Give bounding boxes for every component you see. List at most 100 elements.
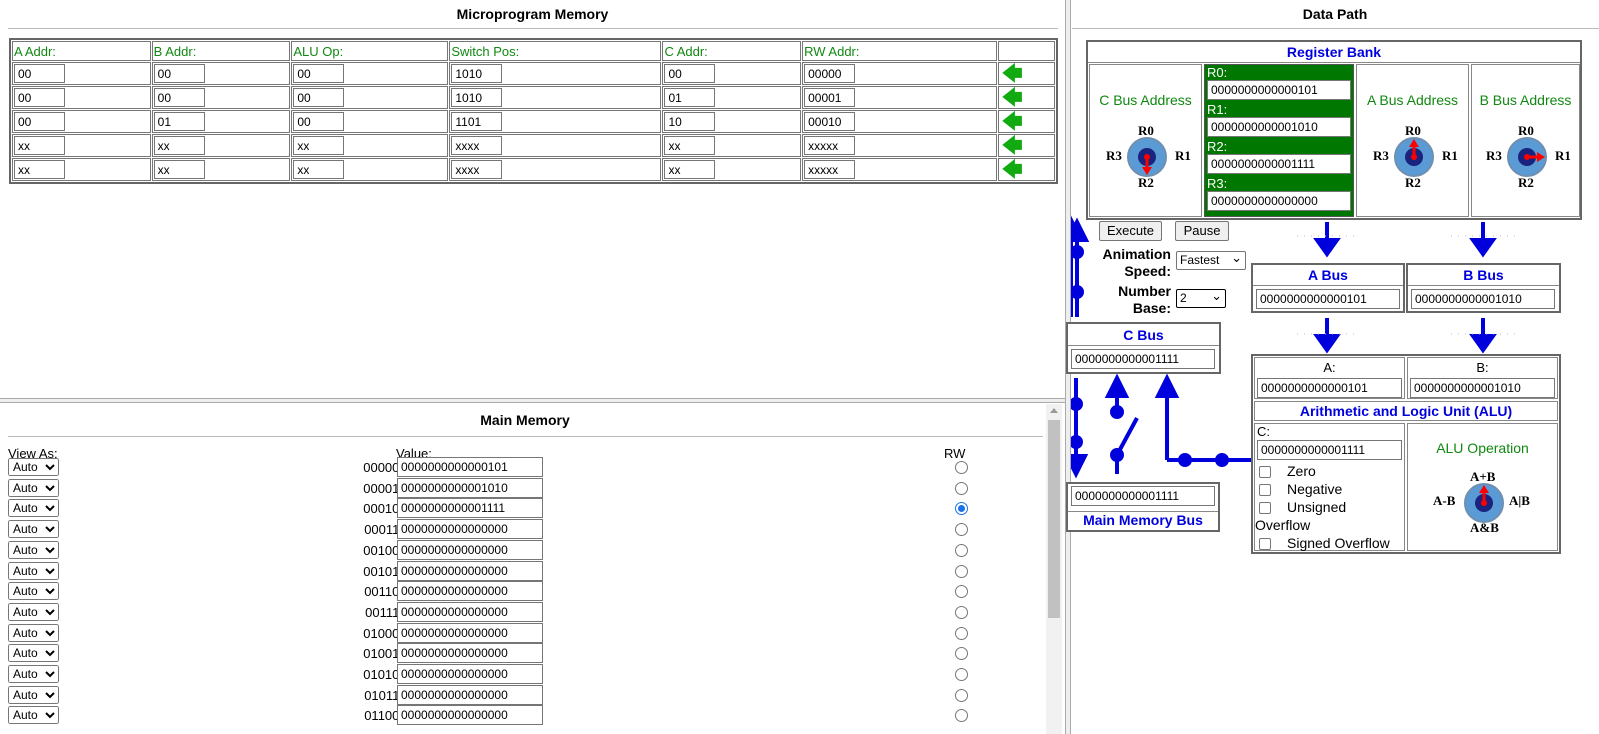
c-addr-input[interactable] [664,112,716,131]
scroll-up-icon[interactable] [1050,408,1058,413]
left-arrow-icon[interactable]: 🡄 [1000,135,1023,157]
rw-radio[interactable] [955,709,968,723]
switch-pos-input[interactable] [451,160,503,179]
memory-value-input[interactable] [397,643,543,664]
alu-op-input[interactable] [293,112,345,131]
view-as-select[interactable]: Auto [8,499,59,518]
a-bus-value[interactable] [1256,289,1400,309]
rw-radio[interactable] [955,605,968,619]
alu-c-value[interactable] [1257,440,1402,460]
a-addr-input[interactable] [14,64,65,83]
memory-value-input[interactable] [397,457,543,477]
c-bus-value[interactable] [1071,349,1215,369]
memory-value-input[interactable] [397,664,543,684]
main-memory-scrollbar[interactable] [1046,404,1062,734]
zero-checkbox[interactable] [1259,466,1271,479]
view-as-select[interactable]: Auto [8,540,59,559]
b-addr-input[interactable] [153,136,205,155]
view-as-select[interactable]: Auto [8,458,59,476]
alu-op-input[interactable] [293,136,345,155]
view-as-select[interactable]: Auto [8,706,59,725]
b-addr-input[interactable] [153,64,205,83]
alu-op-input[interactable] [293,64,345,83]
unsigned-overflow-checkbox[interactable] [1259,502,1271,515]
microprogram-cell [291,158,449,181]
memory-value-input[interactable] [397,498,543,519]
left-arrow-icon[interactable]: 🡄 [1000,111,1023,133]
alu-a-value[interactable] [1257,378,1402,398]
rw-radio[interactable] [955,626,968,640]
rw-addr-input[interactable] [804,112,856,131]
rw-addr-input[interactable] [804,64,856,83]
view-as-select[interactable]: Auto [8,665,59,683]
a-addr-input[interactable] [14,160,65,179]
rw-radio[interactable] [955,523,968,537]
rw-radio[interactable] [955,461,968,474]
flag-negative-row[interactable]: Negative [1257,480,1390,498]
view-as-select[interactable]: Auto [8,623,59,642]
left-arrow-icon[interactable]: 🡄 [1000,159,1023,181]
number-base-select[interactable]: 2 [1176,287,1226,308]
alu-operation-dial[interactable]: A+B A|B A&B A-B [1408,469,1557,549]
left-arrow-icon[interactable]: 🡄 [1000,87,1023,109]
a-addr-input[interactable] [14,136,65,155]
c-addr-input[interactable] [664,64,716,83]
alu-op-input[interactable] [293,88,345,107]
memory-value-input[interactable] [397,601,543,622]
memory-value-input[interactable] [397,477,543,498]
switch-pos-input[interactable] [451,64,503,83]
rw-radio[interactable] [955,543,968,557]
flag-zero-row[interactable]: Zero [1257,462,1390,480]
op-or-label: A|B [1509,493,1530,508]
memory-value-input[interactable] [397,581,543,602]
memory-value-input[interactable] [397,539,543,560]
rw-radio[interactable] [955,502,968,516]
rw-addr-input[interactable] [804,136,856,155]
memory-value-input[interactable] [397,519,543,540]
memory-value-input[interactable] [397,684,543,705]
view-as-select[interactable]: Auto [8,644,59,663]
c-addr-input[interactable] [664,88,716,107]
c-addr-input[interactable] [664,136,716,155]
animation-speed-select[interactable]: Fastest [1176,249,1246,270]
view-as-select[interactable]: Auto [8,478,59,497]
view-as-select[interactable]: Auto [8,561,59,580]
rw-radio[interactable] [955,668,968,681]
flag-signed-overflow-row[interactable]: Signed Overflow [1257,534,1390,552]
view-as-select[interactable]: Auto [8,520,59,539]
rw-addr-input[interactable] [804,88,856,107]
b-addr-input[interactable] [153,160,205,179]
c-addr-input[interactable] [664,160,716,179]
rw-radio[interactable] [955,481,968,495]
scrollbar-thumb[interactable] [1048,420,1060,618]
switch-pos-input[interactable] [451,112,503,131]
rw-addr-input[interactable] [804,160,856,179]
alu-b-value[interactable] [1410,378,1555,398]
view-as-select[interactable]: Auto [8,602,59,621]
rw-radio[interactable] [955,688,968,702]
memory-value-input[interactable] [397,705,543,726]
flag-unsigned-row[interactable]: Unsigned [1257,498,1390,516]
execute-button[interactable]: Execute [1099,221,1162,241]
view-as-select[interactable]: Auto [8,685,59,704]
microprogram-memory-title: Microprogram Memory [456,6,609,22]
b-bus-value[interactable] [1411,289,1555,309]
pause-button[interactable]: Pause [1175,221,1229,241]
b-addr-input[interactable] [153,112,205,131]
rw-radio[interactable] [955,564,968,578]
rw-radio[interactable] [955,647,968,661]
memory-value-input[interactable] [397,560,543,581]
main-memory-bus-value[interactable] [1071,486,1215,506]
a-addr-input[interactable] [14,88,65,107]
view-as-select[interactable]: Auto [8,582,59,601]
switch-pos-input[interactable] [451,136,503,155]
rw-radio[interactable] [955,585,968,599]
b-addr-input[interactable] [153,88,205,107]
a-addr-input[interactable] [14,112,65,131]
switch-pos-input[interactable] [451,88,503,107]
memory-value-input[interactable] [397,622,543,643]
signed-overflow-checkbox[interactable] [1259,538,1271,551]
negative-checkbox[interactable] [1259,484,1271,497]
alu-op-input[interactable] [293,160,345,179]
left-arrow-icon[interactable]: 🡄 [1000,63,1023,85]
